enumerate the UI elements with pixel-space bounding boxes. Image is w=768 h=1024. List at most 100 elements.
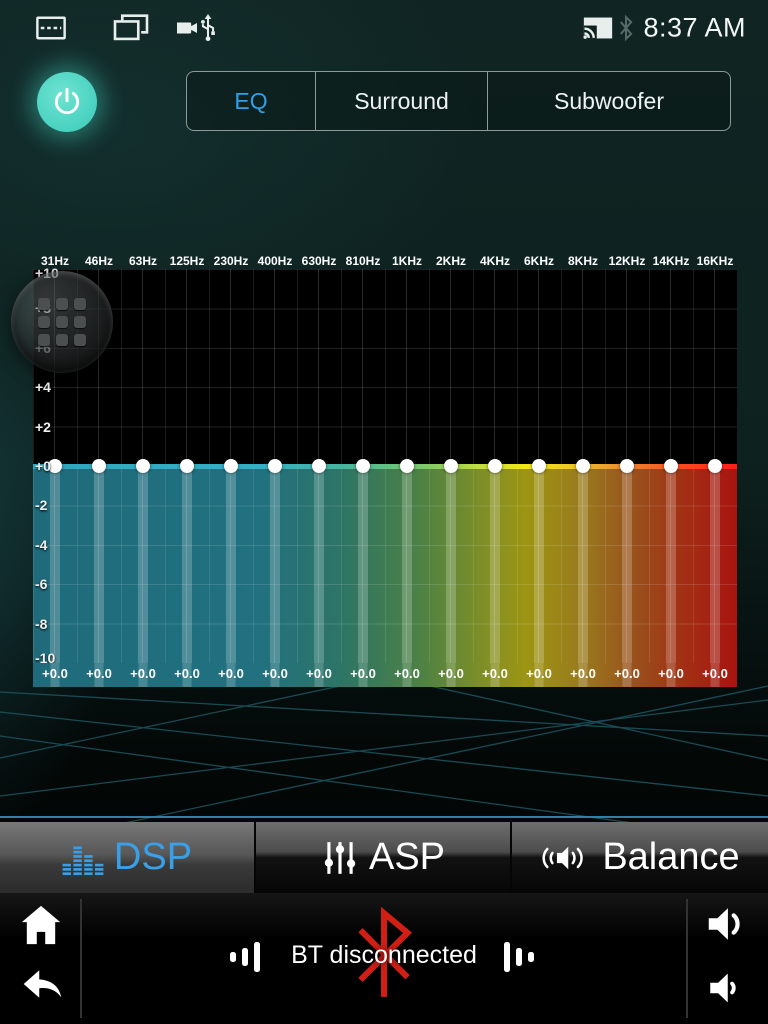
eq-band-track [622, 466, 632, 663]
eq-band-freq-label: 630Hz [297, 253, 341, 269]
eq-band-slider-1khz[interactable] [385, 269, 429, 663]
eq-band-track [358, 466, 368, 663]
eq-band-handle[interactable] [224, 459, 238, 473]
knob-grid-dot [74, 334, 86, 346]
eq-band-handle[interactable] [356, 459, 370, 473]
eq-band-value: +0.0 [429, 663, 473, 687]
speaker-waves-icon [540, 842, 592, 874]
eq-band-slider-16khz[interactable] [693, 269, 737, 663]
tab-balance[interactable]: Balance [512, 822, 768, 893]
nav-bar: BT disconnected [0, 893, 768, 1024]
eq-values-row: +0.0+0.0+0.0+0.0+0.0+0.0+0.0+0.0+0.0+0.0… [33, 663, 737, 687]
head-unit-screen: 8:37 AM EQ Surround Subwoofer 31Hz46Hz 63… [0, 0, 768, 1024]
eq-band-freq-label: 16KHz [693, 253, 737, 269]
eq-band-handle[interactable] [136, 459, 150, 473]
eq-band-track [314, 466, 324, 663]
eq-band-value: +0.0 [209, 663, 253, 687]
eq-band-value: +0.0 [561, 663, 605, 687]
eq-band-freq-label: 14KHz [649, 253, 693, 269]
tab-dsp-label: DSP [114, 836, 192, 879]
eq-band-handle[interactable] [180, 459, 194, 473]
eq-band-slider-230hz[interactable] [209, 269, 253, 663]
eq-band-track [138, 466, 148, 663]
sliders-icon [321, 839, 359, 877]
eq-band-track [446, 466, 456, 663]
eq-band-handle[interactable] [48, 459, 62, 473]
eq-band-handle[interactable] [312, 459, 326, 473]
overlapping-windows-icon [112, 12, 150, 44]
eq-band-freq-label: 8KHz [561, 253, 605, 269]
eq-band-slider-4khz[interactable] [473, 269, 517, 663]
floating-touch-knob[interactable] [11, 271, 113, 373]
eq-band-slider-400hz[interactable] [253, 269, 297, 663]
volume-up-button[interactable] [702, 901, 750, 947]
eq-band-handle[interactable] [268, 459, 282, 473]
eq-band-handle[interactable] [488, 459, 502, 473]
eq-band-slider-125hz[interactable] [165, 269, 209, 663]
eq-band-value: +0.0 [121, 663, 165, 687]
eq-band-track [226, 466, 236, 663]
bt-status-cluster: BT disconnected [0, 893, 768, 1024]
eq-band-handle[interactable] [400, 459, 414, 473]
eq-band-value: +0.0 [253, 663, 297, 687]
eq-band-handle[interactable] [532, 459, 546, 473]
dock-icon [34, 13, 68, 43]
clock: 8:37 AM [643, 13, 746, 44]
eq-band-slider-12khz[interactable] [605, 269, 649, 663]
eq-band-value: +0.0 [649, 663, 693, 687]
knob-grid-dot [74, 316, 86, 328]
eq-band-slider-2khz[interactable] [429, 269, 473, 663]
eq-band-value: +0.0 [297, 663, 341, 687]
background-wireframe-grid [0, 684, 768, 824]
eq-band-freq-label: 46Hz [77, 253, 121, 269]
eq-band-handle[interactable] [576, 459, 590, 473]
bt-status-text: BT disconnected [0, 941, 768, 970]
eq-band-slider-8khz[interactable] [561, 269, 605, 663]
eq-band-handle[interactable] [708, 459, 722, 473]
tab-surround-label: Surround [354, 88, 449, 115]
eq-band-track [710, 466, 720, 663]
eq-band-freq-label: 230Hz [209, 253, 253, 269]
eq-band-freq-label: 31Hz [33, 253, 77, 269]
eq-band-slider-810hz[interactable] [341, 269, 385, 663]
eq-band-freq-label: 6KHz [517, 253, 561, 269]
eq-band-slider-630hz[interactable] [297, 269, 341, 663]
eq-band-track [402, 466, 412, 663]
eq-band-value: +0.0 [385, 663, 429, 687]
tab-asp-label: ASP [369, 836, 445, 879]
eq-band-track [490, 466, 500, 663]
volume-down-icon [704, 967, 748, 1009]
eq-band-value: +0.0 [605, 663, 649, 687]
eq-band-slider-63hz[interactable] [121, 269, 165, 663]
eq-band-value: +0.0 [341, 663, 385, 687]
knob-grid-dot [56, 316, 68, 328]
eq-band-track [182, 466, 192, 663]
volume-up-icon [702, 901, 750, 947]
eq-band-value: +0.0 [77, 663, 121, 687]
tab-eq[interactable]: EQ [187, 72, 315, 130]
tab-subwoofer[interactable]: Subwoofer [487, 72, 730, 130]
knob-grid-dot [38, 316, 50, 328]
eq-band-track [666, 466, 676, 663]
knob-grid-dot [56, 298, 68, 310]
video-camera-icon [176, 19, 200, 37]
eq-band-slider-14khz[interactable] [649, 269, 693, 663]
tab-asp[interactable]: ASP [256, 822, 512, 893]
eq-band-track [94, 466, 104, 663]
volume-steps-right-icon[interactable] [502, 937, 542, 977]
tab-eq-label: EQ [234, 88, 267, 115]
usb-icon [199, 13, 217, 43]
tab-dsp[interactable]: DSP [0, 822, 256, 893]
eq-band-slider-6khz[interactable] [517, 269, 561, 663]
eq-band-handle[interactable] [444, 459, 458, 473]
power-button[interactable] [37, 72, 97, 132]
eq-band-track [270, 466, 280, 663]
eq-band-handle[interactable] [664, 459, 678, 473]
eq-band-handle[interactable] [620, 459, 634, 473]
volume-down-button[interactable] [704, 967, 748, 1009]
tab-surround[interactable]: Surround [315, 72, 487, 130]
audio-mode-tabs: EQ Surround Subwoofer [186, 71, 731, 131]
tab-subwoofer-label: Subwoofer [554, 88, 664, 115]
eq-band-handle[interactable] [92, 459, 106, 473]
eq-band-value: +0.0 [165, 663, 209, 687]
